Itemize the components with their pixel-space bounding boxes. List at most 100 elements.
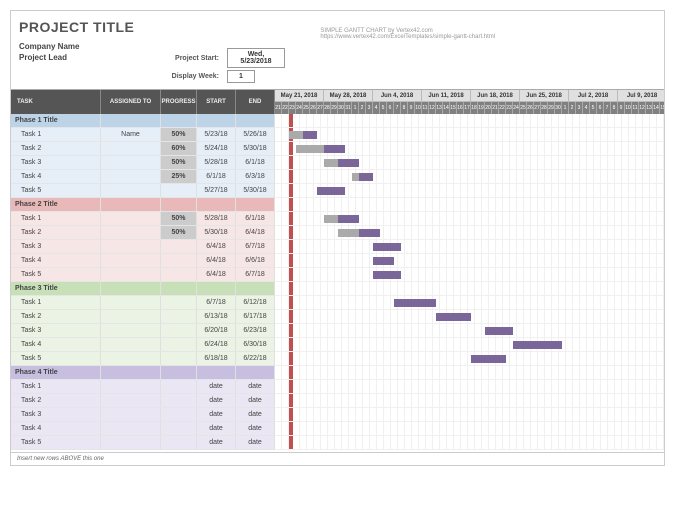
phase-title[interactable]: Phase 2 Title [11, 198, 101, 211]
task-start-cell[interactable]: 5/27/18 [197, 184, 236, 197]
gantt-bar[interactable] [317, 187, 345, 195]
task-name-cell[interactable]: Task 3 [11, 156, 101, 169]
task-row[interactable]: Task 425%6/1/186/3/18 [11, 170, 275, 184]
task-name-cell[interactable]: Task 4 [11, 254, 101, 267]
task-name-cell[interactable]: Task 3 [11, 408, 101, 421]
phase-title[interactable]: Phase 4 Title [11, 366, 101, 379]
task-name-cell[interactable]: Task 5 [11, 436, 101, 449]
task-end-cell[interactable]: 6/30/18 [236, 338, 275, 351]
task-end-cell[interactable]: date [236, 422, 275, 435]
task-start-cell[interactable]: 6/4/18 [197, 254, 236, 267]
task-assigned-cell[interactable] [101, 380, 161, 393]
task-end-cell[interactable]: date [236, 436, 275, 449]
task-start-cell[interactable]: 5/28/18 [197, 156, 236, 169]
task-start-cell[interactable]: 6/24/18 [197, 338, 236, 351]
col-progress-header[interactable]: PROGRESS [161, 90, 197, 114]
task-end-cell[interactable]: 6/23/18 [236, 324, 275, 337]
task-progress-cell[interactable] [161, 268, 197, 281]
task-row[interactable]: Task 260%5/24/185/30/18 [11, 142, 275, 156]
task-progress-cell[interactable] [161, 422, 197, 435]
task-progress-cell[interactable] [161, 184, 197, 197]
task-end-cell[interactable]: 6/1/18 [236, 212, 275, 225]
task-end-cell[interactable]: 6/12/18 [236, 296, 275, 309]
task-assigned-cell[interactable]: Name [101, 128, 161, 141]
task-end-cell[interactable]: 6/7/18 [236, 240, 275, 253]
task-start-cell[interactable]: 6/7/18 [197, 296, 236, 309]
task-row[interactable]: Task 1datedate [11, 380, 275, 394]
project-title[interactable]: PROJECT TITLE [19, 19, 134, 35]
task-progress-cell[interactable]: 25% [161, 170, 197, 183]
task-assigned-cell[interactable] [101, 408, 161, 421]
task-row[interactable]: Task 1 6/7/186/12/18 [11, 296, 275, 310]
task-row[interactable]: Task 46/24/186/30/18 [11, 338, 275, 352]
task-start-cell[interactable]: 6/4/18 [197, 268, 236, 281]
task-name-cell[interactable]: Task 2 [11, 226, 101, 239]
phase-start[interactable] [197, 198, 236, 211]
task-start-cell[interactable]: 6/13/18 [197, 310, 236, 323]
phase-progress[interactable] [161, 114, 197, 127]
task-end-cell[interactable]: 6/17/18 [236, 310, 275, 323]
task-end-cell[interactable]: 6/6/18 [236, 254, 275, 267]
task-name-cell[interactable]: Task 2 [11, 310, 101, 323]
task-row[interactable]: Task 3datedate [11, 408, 275, 422]
task-row[interactable]: Task 5datedate [11, 436, 275, 450]
task-end-cell[interactable]: 5/30/18 [236, 184, 275, 197]
phase-end[interactable] [236, 366, 275, 379]
task-assigned-cell[interactable] [101, 296, 161, 309]
task-row[interactable]: Task 36/20/186/23/18 [11, 324, 275, 338]
task-progress-cell[interactable] [161, 338, 197, 351]
task-name-cell[interactable]: Task 4 [11, 422, 101, 435]
task-progress-cell[interactable] [161, 436, 197, 449]
task-assigned-cell[interactable] [101, 324, 161, 337]
task-start-cell[interactable]: 6/18/18 [197, 352, 236, 365]
col-start-header[interactable]: START [197, 90, 236, 114]
gantt-bar[interactable] [513, 341, 562, 349]
task-start-cell[interactable]: 6/4/18 [197, 240, 236, 253]
task-progress-cell[interactable] [161, 240, 197, 253]
task-progress-cell[interactable]: 50% [161, 212, 197, 225]
task-assigned-cell[interactable] [101, 240, 161, 253]
phase-progress[interactable] [161, 282, 197, 295]
col-assigned-header[interactable]: ASSIGNED TO [101, 90, 161, 114]
task-row[interactable]: Task 4 6/4/186/6/18 [11, 254, 275, 268]
phase-title[interactable]: Phase 1 Title [11, 114, 101, 127]
task-assigned-cell[interactable] [101, 310, 161, 323]
task-row[interactable]: Task 2 6/13/186/17/18 [11, 310, 275, 324]
task-row[interactable]: Task 1 50%5/28/186/1/18 [11, 212, 275, 226]
task-progress-cell[interactable] [161, 310, 197, 323]
task-assigned-cell[interactable] [101, 268, 161, 281]
task-start-cell[interactable]: 6/20/18 [197, 324, 236, 337]
phase-header-row[interactable]: Phase 4 Title [11, 366, 275, 380]
task-progress-cell[interactable] [161, 296, 197, 309]
task-start-cell[interactable]: date [197, 422, 236, 435]
task-start-cell[interactable]: date [197, 380, 236, 393]
task-assigned-cell[interactable] [101, 142, 161, 155]
gantt-bar[interactable] [436, 313, 471, 321]
task-assigned-cell[interactable] [101, 254, 161, 267]
task-row[interactable]: Task 2datedate [11, 394, 275, 408]
task-end-cell[interactable]: 6/22/18 [236, 352, 275, 365]
project-start-input[interactable]: Wed, 5/23/2018 [227, 48, 285, 68]
task-assigned-cell[interactable] [101, 436, 161, 449]
task-progress-cell[interactable] [161, 352, 197, 365]
task-row[interactable]: Task 4 datedate [11, 422, 275, 436]
phase-start[interactable] [197, 366, 236, 379]
gantt-bar[interactable] [471, 355, 506, 363]
phase-end[interactable] [236, 114, 275, 127]
task-start-cell[interactable]: date [197, 408, 236, 421]
task-name-cell[interactable]: Task 2 [11, 394, 101, 407]
task-name-cell[interactable]: Task 1 [11, 380, 101, 393]
display-week-input[interactable]: 1 [227, 70, 255, 83]
task-row[interactable]: Task 1Name50%5/23/185/26/18 [11, 128, 275, 142]
gantt-bar[interactable] [373, 271, 401, 279]
phase-end[interactable] [236, 282, 275, 295]
task-start-cell[interactable]: 5/28/18 [197, 212, 236, 225]
task-name-cell[interactable]: Task 5 [11, 352, 101, 365]
task-name-cell[interactable]: Task 3 [11, 240, 101, 253]
gantt-bar[interactable] [373, 257, 394, 265]
task-progress-cell[interactable] [161, 324, 197, 337]
task-assigned-cell[interactable] [101, 394, 161, 407]
task-progress-cell[interactable] [161, 380, 197, 393]
task-name-cell[interactable]: Task 1 [11, 296, 101, 309]
task-name-cell[interactable]: Task 1 [11, 212, 101, 225]
